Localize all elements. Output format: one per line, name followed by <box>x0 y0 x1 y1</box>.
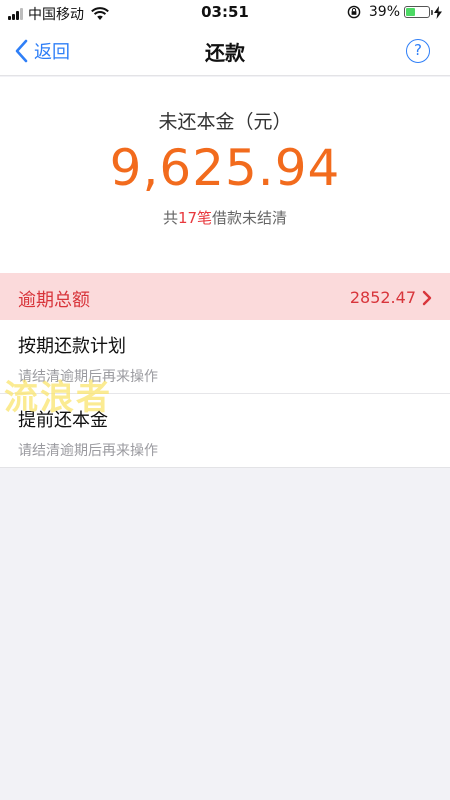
repayment-options-list: 按期还款计划 请结清逾期后再来操作 提前还本金 请结清逾期后再来操作 <box>0 320 450 468</box>
principal-summary: 未还本金（元） 9,625.94 共17笔借款未结清 <box>0 77 450 273</box>
overdue-total-value: 2852.47 <box>350 288 432 307</box>
unsettled-loans-prefix: 共 <box>162 209 178 227</box>
battery-level-fill <box>406 8 415 16</box>
page-title: 还款 <box>205 41 245 65</box>
charging-bolt-icon <box>434 5 442 19</box>
unpaid-principal-label: 未还本金（元） <box>158 111 292 133</box>
early-principal-repayment-row[interactable]: 提前还本金 请结清逾期后再来操作 <box>0 394 450 468</box>
early-principal-repayment-title: 提前还本金 <box>18 410 108 431</box>
overdue-total-amount: 2852.47 <box>349 288 416 307</box>
navigation-bar: 返回 还款 ? <box>0 26 450 76</box>
battery-percent: 39% <box>368 4 400 20</box>
unsettled-loans-text: 共17笔借款未结清 <box>0 207 450 228</box>
question-mark-icon: ? <box>414 41 422 59</box>
help-button[interactable]: ? <box>406 39 430 63</box>
chevron-right-icon <box>422 290 432 305</box>
battery-icon <box>404 6 433 18</box>
unsettled-loans-count: 17笔 <box>177 209 213 227</box>
unsettled-loans-suffix: 借款未结清 <box>212 209 288 227</box>
status-bar: 中国移动 03:51 39% <box>0 0 450 26</box>
overdue-total-label: 逾期总额 <box>18 290 90 311</box>
scheduled-repayment-plan-row[interactable]: 按期还款计划 请结清逾期后再来操作 <box>0 320 450 394</box>
overdue-total-row[interactable]: 逾期总额 2852.47 <box>0 273 450 320</box>
scheduled-repayment-plan-hint: 请结清逾期后再来操作 <box>18 369 158 385</box>
scheduled-repayment-plan-title: 按期还款计划 <box>18 336 126 357</box>
rotation-lock-icon <box>347 5 361 19</box>
status-right: 39% <box>347 4 442 20</box>
unpaid-principal-amount: 9,625.94 <box>109 139 341 197</box>
early-principal-repayment-hint: 请结清逾期后再来操作 <box>18 443 158 459</box>
